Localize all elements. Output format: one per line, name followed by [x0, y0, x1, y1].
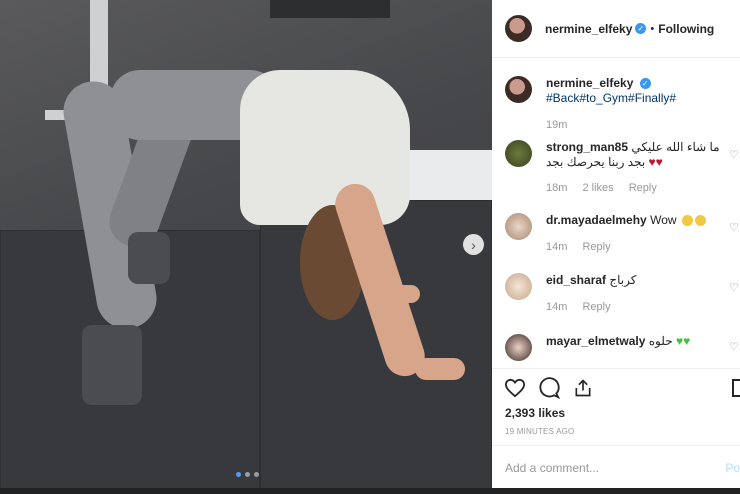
green-heart-emoji-icon: ♥♥ — [675, 334, 691, 348]
post-header: nermine_elfeky ✓ • Following — [492, 0, 740, 58]
comment-body: strong_man85 ما شاء الله عليكي بجد ربنا … — [546, 140, 736, 170]
comment-body: dr.mayadaelmehy Wow — [546, 213, 736, 228]
bookmark-icon[interactable] — [732, 379, 740, 397]
carousel-dot — [236, 472, 241, 477]
avatar[interactable] — [505, 76, 532, 103]
carousel-dots — [236, 472, 259, 477]
post-actions: 2,393 likes 19 MINUTES AGO Add a comment… — [492, 368, 740, 488]
likes-count[interactable]: 2,393 likes — [505, 406, 565, 420]
avatar[interactable] — [505, 15, 532, 42]
reply-button[interactable]: Reply — [582, 241, 610, 253]
action-icons — [504, 377, 594, 399]
comment-time: 18m — [546, 182, 568, 194]
comment-likes[interactable]: 2 likes — [582, 182, 613, 194]
comment-time: 14m — [546, 301, 568, 313]
add-comment-placeholder[interactable]: Add a comment... — [505, 461, 599, 475]
caption-body: nermine_elfeky ✓ #Back#to_Gym#Finally# — [546, 76, 736, 106]
comment-username[interactable]: dr.mayadaelmehy — [546, 213, 647, 227]
arm — [415, 358, 465, 380]
header-username[interactable]: nermine_elfeky — [545, 22, 632, 36]
post-photo[interactable]: › — [0, 0, 492, 494]
comments-list[interactable]: nermine_elfeky ✓ #Back#to_Gym#Finally# 1… — [492, 58, 740, 368]
arm — [390, 285, 420, 303]
heart-emoji-icon: ♥♥ — [648, 155, 663, 169]
following-button[interactable]: Following — [658, 22, 714, 36]
carousel-dot — [245, 472, 250, 477]
caption-time: 19m — [546, 119, 568, 131]
comment-meta: 14m Reply — [546, 241, 623, 253]
carousel-dot — [254, 472, 259, 477]
caption-hashtags[interactable]: #Back#to_Gym#Finally# — [546, 91, 676, 105]
comment-text: كرباج — [609, 273, 637, 287]
shoe — [128, 232, 170, 284]
comment-text: Wow — [650, 213, 677, 227]
like-heart-icon[interactable]: ♡ — [729, 281, 739, 294]
verified-badge-icon: ✓ — [635, 23, 647, 34]
shirt — [240, 70, 410, 225]
avatar[interactable] — [505, 140, 532, 167]
like-heart-icon[interactable] — [504, 377, 526, 399]
comment-body: eid_sharaf كرباج — [546, 273, 736, 288]
next-image-button[interactable]: › — [463, 234, 484, 255]
comment-username[interactable]: strong_man85 — [546, 140, 628, 154]
comment-bubble-icon[interactable] — [538, 377, 560, 399]
reply-button[interactable]: Reply — [629, 182, 657, 194]
towel — [402, 150, 492, 200]
smile-emoji-icon — [694, 215, 706, 227]
avatar[interactable] — [505, 334, 532, 361]
comment-time: 14m — [546, 241, 568, 253]
gym-equipment — [270, 0, 390, 18]
post-timestamp: 19 MINUTES AGO — [505, 427, 575, 436]
post-side-panel: nermine_elfeky ✓ • Following nermine_elf… — [492, 0, 740, 488]
avatar[interactable] — [505, 273, 532, 300]
like-heart-icon[interactable]: ♡ — [729, 340, 739, 353]
comment-username[interactable]: eid_sharaf — [546, 273, 606, 287]
post-comment-button[interactable]: Po — [725, 461, 740, 475]
comment-meta: 14m Reply — [546, 301, 623, 313]
comment-body: mayar_elmetwaly حلوه ♥♥ — [546, 334, 736, 349]
shoe — [82, 325, 142, 405]
comment-username[interactable]: mayar_elmetwaly — [546, 334, 645, 348]
share-icon[interactable] — [572, 377, 594, 399]
like-heart-icon[interactable]: ♡ — [729, 148, 739, 161]
caption-username[interactable]: nermine_elfeky — [546, 76, 633, 90]
caption-meta: 19m — [546, 119, 579, 131]
reply-button[interactable]: Reply — [582, 301, 610, 313]
comment-meta: 18m 2 likes Reply — [546, 182, 669, 194]
comment-text: حلوه — [648, 334, 673, 348]
separator-dot: • — [650, 22, 655, 35]
verified-badge-icon: ✓ — [639, 78, 651, 90]
smile-emoji-icon — [681, 215, 693, 227]
avatar[interactable] — [505, 213, 532, 240]
add-comment-field[interactable]: Add a comment... Po — [492, 445, 740, 489]
bottom-strip — [0, 488, 740, 494]
like-heart-icon[interactable]: ♡ — [729, 221, 739, 234]
